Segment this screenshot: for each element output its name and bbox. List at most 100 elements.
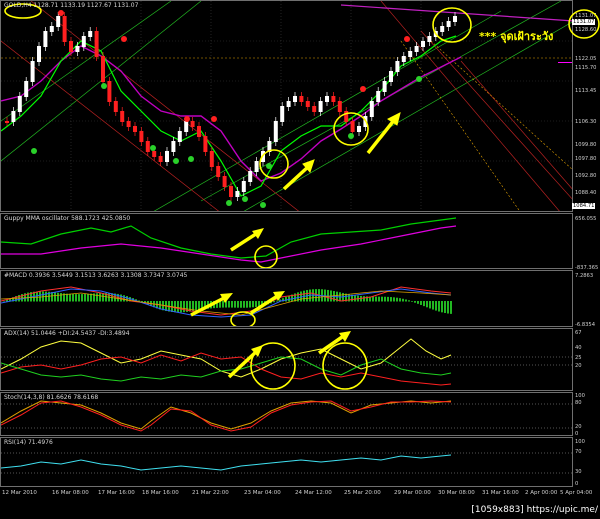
price-tick: 1088.40 (575, 190, 597, 196)
price-tick: 1115.70 (575, 65, 597, 71)
macd-bar (396, 297, 398, 302)
stoch-tick: 20 (575, 424, 582, 430)
macd-bar (252, 301, 254, 308)
candle-body (94, 31, 99, 57)
macd-bar (72, 294, 74, 302)
macd-bar (390, 297, 392, 302)
macd-bar (54, 292, 56, 302)
time-tick: 21 Mar 22:00 (192, 490, 229, 496)
macd-title: #MACD 0.3936 3.5449 3.1513 3.6263 3.1308… (4, 272, 188, 279)
macd-bar (237, 301, 239, 308)
candle-body (350, 121, 355, 132)
macd-bar (447, 301, 449, 314)
macd-bar (408, 300, 410, 302)
low-price-label: 1084.71 (572, 203, 596, 209)
macd-bar (414, 301, 416, 303)
adx-tick: 40 (575, 345, 582, 351)
stoch-scale: 100 80 20 0 (573, 392, 600, 437)
adx-tick: 25 (575, 355, 582, 361)
adx-pane[interactable]: ADX(14) 51.0446 +DI:24.5437 -DI:3.4894 (0, 328, 573, 391)
candle-body (62, 16, 67, 42)
price-chart-pane[interactable]: GOLD,H4 1128.71 1133.19 1127.67 1131.07 (0, 0, 573, 212)
time-tick: 25 Mar 20:00 (344, 490, 381, 496)
candle-body (305, 101, 310, 107)
candle-body (376, 91, 381, 102)
candle-body (5, 121, 9, 123)
candle-body (337, 101, 342, 112)
rsi-pane[interactable]: RSI(14) 71.4976 (0, 437, 573, 487)
candle-body (190, 121, 195, 127)
macd-bar (387, 296, 389, 302)
candle-body (165, 151, 169, 162)
guppy-svg (1, 217, 457, 268)
macd-bar (435, 301, 437, 311)
candle-body (395, 61, 400, 72)
macd-bar (102, 293, 104, 302)
candle-body (24, 81, 29, 97)
macd-bar (375, 296, 377, 302)
macd-bar (417, 301, 419, 304)
adx-scale: 67 40 25 20 (573, 328, 600, 391)
macd-bar (123, 295, 125, 302)
candle-body (88, 31, 93, 37)
time-axis: 12 Mar 2010 16 Mar 08:00 17 Mar 16:00 18… (0, 488, 600, 498)
guppy-oscillator-pane[interactable]: Guppy MMA oscillator 588.1723 425.0850 (0, 213, 573, 269)
macd-bar (126, 296, 128, 302)
macd-bar (51, 292, 53, 302)
candle-body (17, 96, 22, 112)
candle-body (440, 26, 445, 32)
time-tick: 18 Mar 16:00 (142, 490, 179, 496)
candle-body (81, 36, 86, 47)
stoch-tick: 80 (575, 400, 582, 406)
macd-bar (285, 296, 287, 302)
stoch-pane[interactable]: Stoch(14,3,8) 81.6626 78.6168 (0, 392, 573, 436)
candle-body (286, 101, 291, 107)
candle-body (203, 136, 208, 152)
candle-body (30, 61, 35, 82)
macd-bar (426, 301, 428, 308)
macd-bar (423, 301, 425, 307)
macd-bar (39, 291, 41, 302)
time-tick: 31 Mar 16:00 (482, 490, 519, 496)
macd-bar (381, 296, 383, 302)
candle-body (139, 131, 144, 142)
price-tick: 1113.45 (575, 88, 597, 94)
candle-body (126, 121, 131, 127)
candle-body (331, 96, 336, 102)
candle-body (273, 121, 278, 142)
candle-body (37, 46, 41, 62)
macd-bar (177, 301, 179, 313)
guppy-title: Guppy MMA oscillator 588.1723 425.0850 (4, 215, 131, 222)
macd-bar (420, 301, 422, 305)
candle-body (401, 56, 406, 62)
macd-bar (78, 294, 80, 302)
candle-body (280, 106, 285, 122)
candle-body (75, 46, 80, 52)
macd-bar (288, 295, 290, 302)
price-tick: 1128.60 (575, 27, 597, 33)
macd-bar (411, 301, 413, 302)
rsi-tick: 70 (575, 449, 582, 455)
price-scale: 1131.07 1128.60 1122.05 1115.70 1113.45 … (572, 0, 600, 212)
time-tick: 16 Mar 08:00 (52, 490, 89, 496)
candle-body (369, 101, 374, 117)
macd-bar (183, 301, 185, 313)
candle-body (197, 126, 201, 137)
adx-svg (1, 331, 572, 390)
current-price-label: 1131.07 (572, 19, 596, 25)
macd-pane[interactable]: #MACD 0.3936 3.5449 3.1513 3.6263 3.1308… (0, 270, 573, 327)
candle-body (235, 191, 240, 197)
candle-body (43, 31, 48, 47)
candle-body (357, 126, 361, 132)
macd-bar (402, 298, 404, 302)
macd-bar (432, 301, 434, 310)
candle-body (120, 111, 125, 122)
macd-bar (234, 301, 236, 308)
macd-bar (240, 301, 242, 308)
price-tick: 1092.80 (575, 173, 597, 179)
candle-body (318, 101, 323, 112)
candle-body (427, 36, 432, 42)
stoch-title: Stoch(14,3,8) 81.6626 78.6168 (4, 394, 99, 401)
candle-body (101, 56, 105, 82)
candle-body (254, 161, 259, 172)
